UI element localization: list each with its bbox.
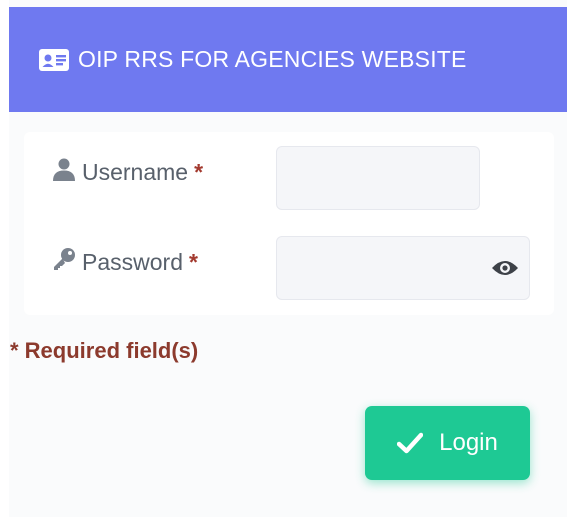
login-page: OIP RRS FOR AGENCIES WEBSITE Username * (0, 0, 567, 517)
required-marker: * (188, 248, 198, 275)
username-label-text: Username (82, 158, 189, 185)
required-marker: * (194, 158, 204, 185)
username-field[interactable] (276, 146, 480, 210)
key-icon (52, 247, 76, 277)
left-margin (0, 0, 9, 517)
user-icon (52, 157, 76, 187)
password-field[interactable] (276, 236, 530, 300)
header-bar: OIP RRS FOR AGENCIES WEBSITE (9, 7, 567, 112)
check-icon (396, 432, 424, 454)
username-input[interactable] (277, 147, 479, 209)
password-label: Password * (52, 247, 198, 277)
page-title: OIP RRS FOR AGENCIES WEBSITE (78, 46, 467, 72)
login-form: Username * Password * (24, 132, 554, 315)
login-button-label: Login (439, 429, 498, 456)
required-fields-note: * Required field(s) (10, 338, 199, 363)
id-card-icon (39, 48, 69, 71)
username-label: Username * (52, 157, 203, 187)
eye-icon[interactable] (491, 258, 519, 278)
login-button[interactable]: Login (365, 406, 530, 480)
password-label-text: Password (82, 248, 183, 275)
